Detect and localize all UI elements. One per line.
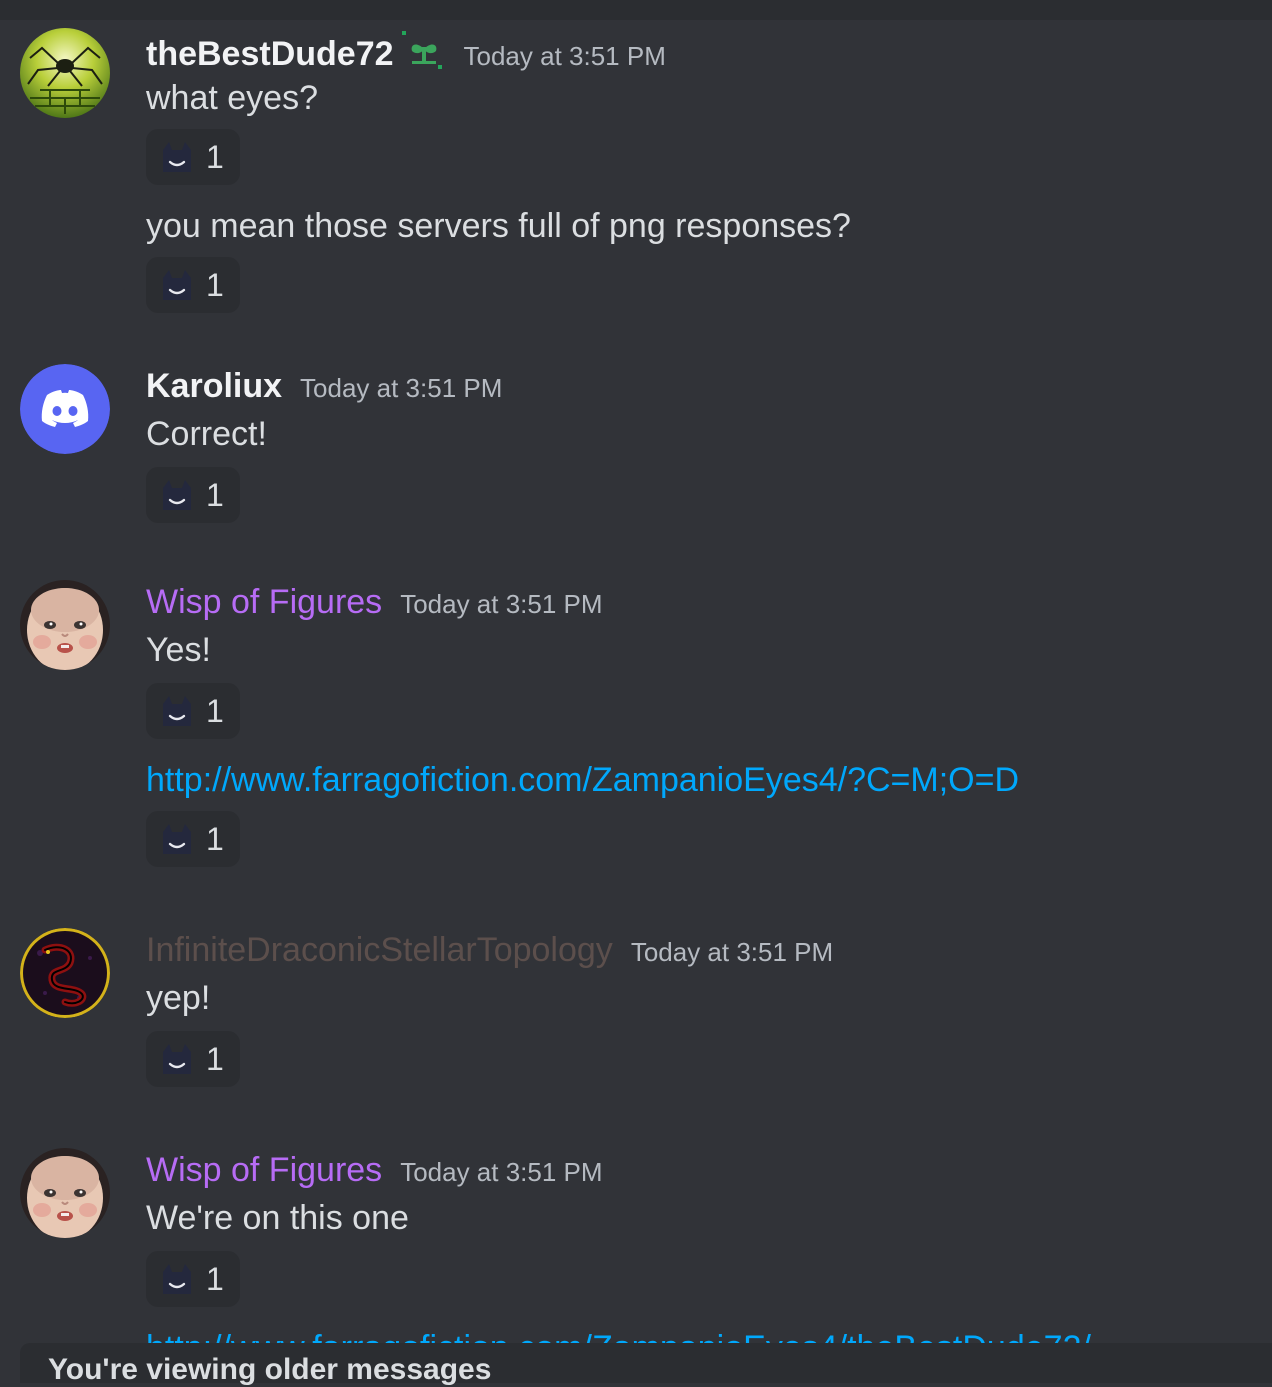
doll-face-avatar[interactable] — [20, 1148, 110, 1238]
message-text: you mean those servers full of png respo… — [146, 207, 851, 245]
dark-cat-smile-emoji — [163, 1264, 191, 1294]
message-text: Correct! — [146, 415, 267, 453]
message-group: Wisp of Figures Today at 3:51 PM We're o… — [0, 1145, 1272, 1371]
dark-cat-smile-emoji — [163, 270, 191, 300]
reaction-button[interactable]: 1 — [146, 683, 240, 739]
message-text: Yes! — [146, 631, 211, 669]
reaction-count: 1 — [206, 1040, 224, 1077]
message-header: Wisp of Figures Today at 3:51 PM — [146, 1145, 1272, 1195]
reaction-count: 1 — [206, 692, 224, 729]
timestamp: Today at 3:51 PM — [300, 373, 503, 403]
reaction-count: 1 — [206, 476, 224, 513]
older-messages-bar[interactable]: You're viewing older messages — [20, 1343, 1272, 1386]
dark-cat-smile-emoji — [163, 696, 191, 726]
message-group: InfiniteDraconicStellarTopology Today at… — [0, 925, 1272, 1095]
username[interactable]: theBestDude72 — [146, 29, 394, 79]
reaction-button[interactable]: 1 — [146, 1031, 240, 1087]
reaction-button[interactable]: 1 — [146, 257, 240, 313]
timestamp: Today at 3:51 PM — [463, 41, 666, 71]
dark-cat-smile-emoji — [163, 142, 191, 172]
older-messages-notice: You're viewing older messages — [48, 1353, 492, 1386]
message-header: theBestDude72 Today at 3:51 PM — [146, 25, 1272, 75]
red-dragon-avatar[interactable] — [20, 928, 110, 1018]
reaction-count: 1 — [206, 820, 224, 857]
doll-face-avatar[interactable] — [20, 580, 110, 670]
reaction-button[interactable]: 1 — [146, 1251, 240, 1307]
reaction-button[interactable]: 1 — [146, 811, 240, 867]
spider-maze-avatar[interactable] — [20, 28, 110, 118]
reaction-count: 1 — [206, 1260, 224, 1297]
message-text: We're on this one — [146, 1199, 409, 1237]
message-text: what eyes? — [146, 79, 318, 117]
username[interactable]: InfiniteDraconicStellarTopology — [146, 925, 613, 975]
message-group: theBestDude72 Today at 3:51 PM what eyes… — [0, 25, 1272, 321]
dark-cat-smile-emoji — [163, 1044, 191, 1074]
dark-cat-smile-emoji — [163, 824, 191, 854]
username[interactable]: Karoliux — [146, 361, 282, 411]
reaction-button[interactable]: 1 — [146, 467, 240, 523]
discord-default-avatar[interactable] — [20, 364, 110, 454]
message-header: Karoliux Today at 3:51 PM — [146, 361, 1272, 411]
username[interactable]: Wisp of Figures — [146, 577, 382, 627]
dark-cat-smile-emoji — [163, 480, 191, 510]
message-group: Karoliux Today at 3:51 PM Correct! 1 — [0, 361, 1272, 531]
message-header: InfiniteDraconicStellarTopology Today at… — [146, 925, 1272, 975]
leaf-sprout-icon[interactable] — [401, 31, 446, 71]
message-list: theBestDude72 Today at 3:51 PM what eyes… — [0, 20, 1272, 1371]
timestamp: Today at 3:51 PM — [630, 937, 834, 967]
reaction-count: 1 — [206, 266, 224, 303]
username[interactable]: Wisp of Figures — [146, 1145, 382, 1195]
message-link[interactable]: http://www.farragofiction.com/ZampanioEy… — [146, 757, 1019, 803]
message-group: Wisp of Figures Today at 3:51 PM Yes! 1 … — [0, 577, 1272, 875]
reaction-button[interactable]: 1 — [146, 129, 240, 185]
top-bar — [0, 0, 1272, 20]
message-text: yep! — [146, 979, 211, 1017]
timestamp: Today at 3:51 PM — [400, 1157, 603, 1187]
message-header: Wisp of Figures Today at 3:51 PM — [146, 577, 1272, 627]
timestamp: Today at 3:51 PM — [400, 589, 603, 619]
reaction-count: 1 — [206, 138, 224, 175]
